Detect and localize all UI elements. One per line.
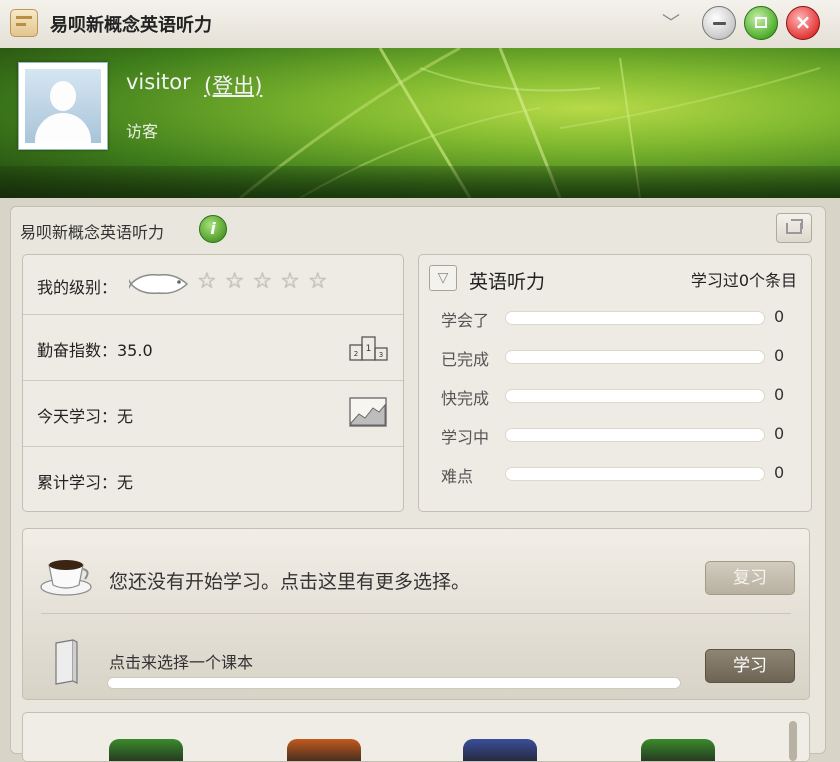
textbook-tile[interactable] — [641, 739, 715, 761]
divider — [41, 613, 791, 614]
progress-label: 学习中 — [441, 428, 490, 447]
progress-value: 0 — [774, 346, 785, 365]
progress-label: 已完成 — [441, 350, 490, 369]
window-title: 易呗新概念英语听力 — [50, 15, 212, 36]
svg-text:2: 2 — [354, 350, 358, 358]
share-icon[interactable] — [776, 213, 812, 243]
listening-title: 英语听力 — [469, 271, 546, 293]
level-label: 我的级别： — [37, 278, 118, 297]
progress-bar — [505, 428, 765, 442]
progress-label: 学会了 — [441, 311, 490, 330]
collapse-button[interactable]: ▽ — [429, 265, 457, 291]
total-row: 累计学习：无 — [23, 447, 403, 511]
scrollbar[interactable] — [789, 721, 797, 761]
dropdown-icon[interactable]: ﹀ — [657, 10, 685, 38]
progress-bar — [505, 467, 765, 481]
progress-value: 0 — [774, 385, 785, 404]
progress-value: 0 — [774, 463, 785, 482]
app-subtitle: 易呗新概念英语听力 — [20, 223, 165, 242]
diligence-row: 勤奋指数：35.0 1 2 3 — [23, 315, 403, 381]
level-row: 我的级别： ☆☆☆☆☆ — [23, 255, 403, 315]
status-message[interactable]: 您还没有开始学习。点击这里有更多选择。 — [109, 567, 470, 594]
progress-bar — [505, 350, 765, 364]
progress-bar — [505, 389, 765, 403]
coffee-cup-icon — [40, 560, 92, 596]
total-label: 累计学习：无 — [37, 473, 134, 492]
user-banner: visitor (登出) 访客 — [0, 48, 840, 198]
textbook-tile[interactable] — [463, 739, 537, 761]
username: visitor — [126, 70, 191, 94]
fish-icon — [129, 273, 189, 295]
info-icon[interactable]: i — [199, 215, 227, 243]
review-button[interactable]: 复习 — [705, 561, 795, 595]
listening-panel: ▽ 英语听力 学习过0个条目 学会了 0 已完成 0 快完成 0 学习中 0 难… — [418, 254, 812, 512]
progress-value: 0 — [774, 307, 785, 326]
stats-panel: 我的级别： ☆☆☆☆☆ 勤奋指数：35.0 1 2 3 今天学习：无 累计学习：… — [22, 254, 404, 512]
progress-label: 快完成 — [441, 389, 490, 408]
diligence-label: 勤奋指数：35.0 — [37, 341, 153, 360]
today-row: 今天学习：无 — [23, 381, 403, 447]
textbook-list — [22, 712, 810, 762]
progress-value: 0 — [774, 424, 785, 443]
chart-icon[interactable] — [349, 397, 387, 427]
today-label: 今天学习：无 — [37, 407, 134, 426]
close-button[interactable]: × — [786, 6, 820, 40]
title-bar: 易呗新概念英语听力 ﹀ × — [0, 0, 840, 49]
course-progress-bar — [107, 677, 681, 689]
minimize-button[interactable] — [702, 6, 736, 40]
textbook-tile[interactable] — [109, 739, 183, 761]
progress-bar — [505, 311, 765, 325]
svg-text:3: 3 — [379, 351, 383, 359]
level-stars: ☆☆☆☆☆ — [197, 269, 336, 294]
study-button[interactable]: 学习 — [705, 649, 795, 683]
app-icon — [10, 9, 38, 37]
maximize-button[interactable] — [744, 6, 778, 40]
ranking-icon[interactable]: 1 2 3 — [349, 335, 389, 361]
logout-link[interactable]: (登出) — [204, 70, 262, 100]
progress-label: 难点 — [441, 467, 474, 486]
avatar[interactable] — [18, 62, 108, 150]
svg-text:1: 1 — [366, 344, 372, 354]
book-icon — [55, 639, 78, 685]
user-role: 访客 — [126, 122, 159, 141]
textbook-tile[interactable] — [287, 739, 361, 761]
listening-count: 学习过0个条目 — [690, 271, 797, 290]
choose-textbook-link[interactable]: 点击来选择一个课本 — [109, 649, 253, 673]
action-panel: 您还没有开始学习。点击这里有更多选择。 复习 点击来选择一个课本 学习 — [22, 528, 810, 700]
